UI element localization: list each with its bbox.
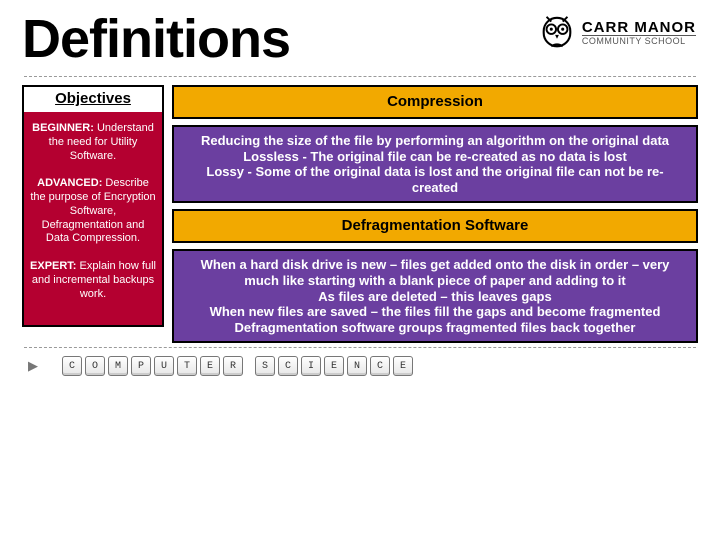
keycap: E bbox=[393, 356, 413, 376]
objective-label: EXPERT: bbox=[30, 260, 76, 272]
play-icon: ▶ bbox=[28, 358, 38, 374]
keycap: R bbox=[223, 356, 243, 376]
keycap: U bbox=[154, 356, 174, 376]
divider-top bbox=[24, 76, 696, 77]
brand-line1: CARR MANOR bbox=[582, 20, 696, 35]
body-compression: Reducing the size of the file by perform… bbox=[172, 125, 698, 203]
heading-compression: Compression bbox=[172, 85, 698, 119]
keycap: E bbox=[200, 356, 220, 376]
keycap: M bbox=[108, 356, 128, 376]
objective-label: BEGINNER: bbox=[32, 122, 94, 134]
keycaps-word1: C O M P U T E R bbox=[62, 356, 243, 376]
objectives-panel: Objectives BEGINNER: Understand the need… bbox=[22, 85, 164, 327]
sidebar-wrap: Objectives BEGINNER: Understand the need… bbox=[22, 85, 164, 343]
page-title: Definitions bbox=[22, 8, 290, 70]
keycap: C bbox=[278, 356, 298, 376]
objective-advanced: ADVANCED: Describe the purpose of Encryp… bbox=[30, 177, 156, 246]
objective-beginner: BEGINNER: Understand the need for Utilit… bbox=[30, 122, 156, 163]
owl-icon bbox=[538, 14, 576, 52]
body-text: Reducing the size of the file by perform… bbox=[201, 133, 669, 195]
keycap: C bbox=[370, 356, 390, 376]
brand-logo: CARR MANOR COMMUNITY SCHOOL bbox=[538, 14, 696, 52]
slide: Definitions CARR MANOR COMMUNITY SCHOOL bbox=[0, 0, 720, 540]
keycap: N bbox=[347, 356, 367, 376]
brand-text: CARR MANOR COMMUNITY SCHOOL bbox=[582, 20, 696, 46]
header: Definitions CARR MANOR COMMUNITY SCHOOL bbox=[18, 8, 702, 74]
footer: ▶ C O M P U T E R S C I E N C E bbox=[18, 354, 702, 376]
objective-expert: EXPERT: Explain how full and incremental… bbox=[30, 260, 156, 301]
keycap: P bbox=[131, 356, 151, 376]
content-row: Objectives BEGINNER: Understand the need… bbox=[18, 85, 702, 343]
heading-defragmentation: Defragmentation Software bbox=[172, 209, 698, 243]
keycap: T bbox=[177, 356, 197, 376]
keycap: E bbox=[324, 356, 344, 376]
keycap: I bbox=[301, 356, 321, 376]
main-column: Compression Reducing the size of the fil… bbox=[172, 85, 698, 343]
keycaps-word2: S C I E N C E bbox=[255, 356, 413, 376]
divider-bottom bbox=[24, 347, 696, 348]
objectives-title: Objectives bbox=[24, 87, 162, 112]
brand-line2: COMMUNITY SCHOOL bbox=[582, 35, 696, 46]
keycap: O bbox=[85, 356, 105, 376]
objective-label: ADVANCED: bbox=[37, 177, 102, 189]
body-text: When a hard disk drive is new – files ge… bbox=[201, 257, 670, 334]
keycap: C bbox=[62, 356, 82, 376]
body-defragmentation: When a hard disk drive is new – files ge… bbox=[172, 249, 698, 343]
keycap: S bbox=[255, 356, 275, 376]
